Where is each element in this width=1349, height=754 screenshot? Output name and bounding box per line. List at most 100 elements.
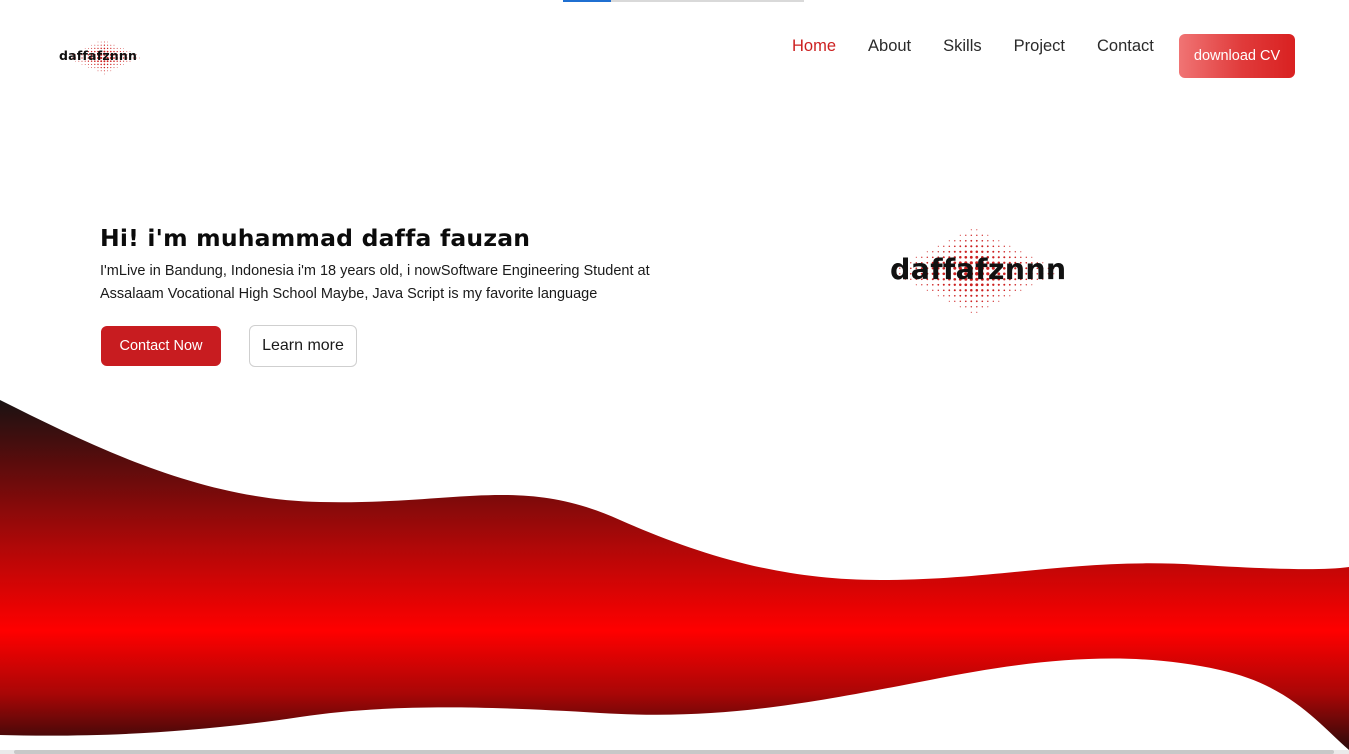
halftone-dot (981, 245, 984, 248)
halftone-dot (100, 63, 102, 66)
halftone-dot (964, 300, 967, 303)
halftone-dot (943, 245, 945, 247)
halftone-dot (975, 294, 978, 297)
nav-link-skills[interactable]: Skills (943, 37, 982, 55)
halftone-dot (91, 63, 93, 65)
halftone-dot (948, 300, 950, 302)
halftone-dot (107, 41, 109, 43)
halftone-dot (926, 289, 928, 291)
halftone-dot (953, 245, 956, 248)
halftone-dot (959, 294, 962, 297)
halftone-dot (986, 245, 989, 248)
halftone-dot (110, 63, 112, 66)
halftone-dot (100, 41, 102, 43)
halftone-dot (1014, 289, 1016, 291)
halftone-dot (97, 63, 99, 66)
halftone-dot (94, 67, 96, 69)
wave-shape (0, 400, 1349, 750)
halftone-dot (998, 245, 1000, 248)
halftone-dot (97, 70, 99, 72)
halftone-dot (959, 289, 962, 292)
halftone-dot (94, 63, 96, 66)
halftone-dot (91, 44, 92, 46)
nav-links: Home About Skills Project Contact (776, 36, 1170, 56)
nav-item-skills: Skills (943, 36, 982, 56)
horizontal-scrollbar[interactable] (0, 750, 1349, 754)
halftone-dot (937, 289, 940, 292)
halftone-dot (998, 295, 1000, 297)
halftone-dot (948, 289, 951, 292)
halftone-dot (948, 240, 950, 242)
halftone-dot (937, 295, 939, 297)
halftone-dot (981, 289, 984, 292)
halftone-dot (997, 289, 1000, 292)
contact-now-button[interactable]: Contact Now (101, 326, 221, 366)
halftone-dot (942, 289, 945, 292)
nav-item-about: About (868, 36, 911, 56)
halftone-dot (948, 295, 951, 297)
halftone-dot (1009, 289, 1011, 292)
halftone-dot (987, 306, 989, 308)
halftone-dot (970, 306, 973, 308)
halftone-dot (953, 289, 956, 292)
brand-text: daffafznnn (59, 48, 138, 63)
halftone-dot (970, 294, 973, 297)
nav-item-contact: Contact (1097, 36, 1154, 56)
halftone-dot (107, 44, 109, 46)
halftone-dot (976, 311, 978, 313)
horizontal-scrollbar-thumb[interactable] (14, 750, 1334, 754)
halftone-dot (992, 289, 995, 292)
halftone-dot (998, 240, 1000, 242)
nav-link-project[interactable]: Project (1014, 37, 1065, 55)
halftone-dot (1003, 289, 1006, 292)
halftone-dot (106, 66, 109, 69)
halftone-dot (139, 57, 140, 59)
halftone-dot (97, 41, 99, 43)
halftone-dot (103, 70, 105, 72)
hero-description: I'mLive in Bandung, Indonesia i'm 18 yea… (100, 263, 650, 302)
halftone-dot (932, 289, 934, 291)
halftone-dot (964, 239, 967, 242)
halftone-dot (981, 300, 984, 303)
halftone-dot (992, 300, 994, 302)
halftone-dot (964, 289, 967, 292)
halftone-dot (992, 240, 994, 242)
download-cv-button[interactable]: download CV (1179, 34, 1295, 78)
halftone-dot (103, 66, 106, 69)
halftone-dot (959, 306, 961, 308)
halftone-dot (970, 300, 973, 303)
halftone-dot (87, 63, 89, 65)
halftone-dot (975, 289, 979, 292)
halftone-dot (107, 70, 109, 72)
nav-link-home[interactable]: Home (792, 37, 836, 55)
halftone-dot (976, 229, 978, 231)
nav-link-contact[interactable]: Contact (1097, 37, 1154, 55)
halftone-dot (987, 240, 989, 242)
brand-logo-link[interactable]: daffafznnn (58, 34, 150, 80)
halftone-dot (998, 300, 1000, 302)
learn-more-button[interactable]: Learn more (249, 325, 357, 367)
halftone-dot (986, 289, 989, 292)
halftone-dot (981, 294, 984, 297)
halftone-dot (91, 67, 93, 69)
halftone-dot (943, 295, 945, 297)
halftone-dot (970, 239, 973, 242)
hero-logo-text: daffafznnn (890, 253, 1067, 286)
halftone-dot (110, 70, 112, 72)
halftone-dot (954, 300, 956, 302)
halftone-dot (113, 44, 115, 46)
halftone-dot (88, 67, 89, 68)
navbar: daffafznnn Home About Skills Project Con… (0, 0, 1349, 110)
halftone-dot (976, 306, 978, 308)
halftone-dot (103, 63, 106, 66)
halftone-dot (100, 44, 102, 46)
nav-link-about[interactable]: About (868, 37, 911, 55)
halftone-dot (964, 245, 967, 248)
halftone-dot (959, 240, 962, 242)
halftone-dot (119, 63, 121, 65)
halftone-dot (104, 73, 105, 75)
halftone-dot (964, 294, 967, 297)
halftone-dot (981, 239, 984, 242)
halftone-dot (106, 63, 109, 66)
halftone-dot (954, 240, 956, 242)
